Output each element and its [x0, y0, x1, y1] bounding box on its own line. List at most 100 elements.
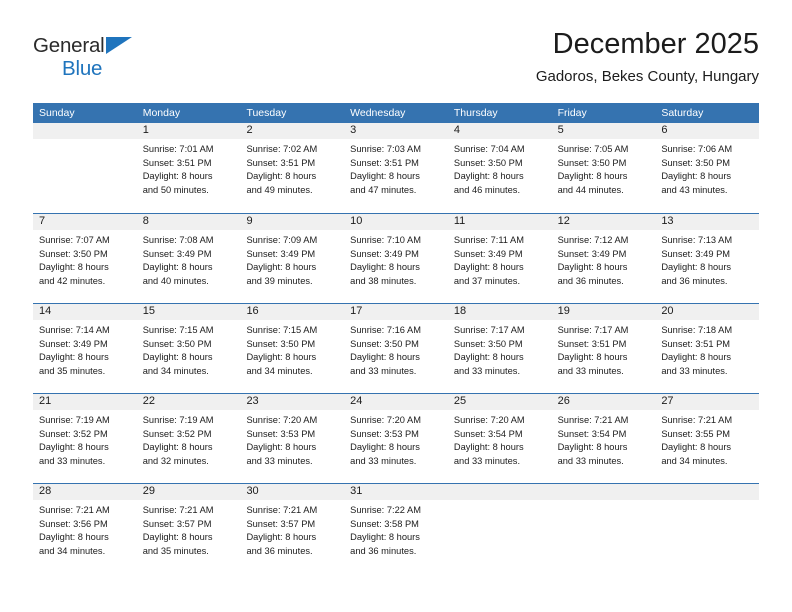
daylight-text-line1: Daylight: 8 hours — [246, 532, 317, 543]
sunrise-text: Sunrise: 7:20 AM — [350, 415, 421, 425]
day-details: Sunrise: 7:15 AM Sunset: 3:50 PM Daylight:… — [137, 320, 241, 378]
daylight-text-line2: and 34 minutes. — [142, 365, 209, 376]
day-number: 19 — [551, 304, 656, 320]
day-number: 6 — [655, 123, 760, 139]
day-number: 9 — [240, 214, 345, 230]
day-cell[interactable]: 6 Sunrise: 7:06 AM Sunset: 3:50 PM Daylight… — [655, 123, 760, 213]
sunset-text: Sunset: 3:55 PM — [661, 428, 731, 439]
day-cell[interactable]: 22 Sunrise: 7:19 AM Sunset: 3:52 PM Dayligh… — [136, 394, 241, 483]
day-details — [552, 500, 656, 504]
day-cell[interactable]: 20 Sunrise: 7:18 AM Sunset: 3:51 PM Dayligh… — [655, 304, 760, 393]
daylight-text-line1: Daylight: 8 hours — [142, 442, 213, 453]
sunset-text: Sunset: 3:57 PM — [142, 518, 212, 529]
day-cell[interactable]: 9 Sunrise: 7:09 AM Sunset: 3:49 PM Daylight… — [240, 214, 345, 303]
day-number: 31 — [344, 484, 448, 500]
daylight-text-line2: and 44 minutes. — [557, 184, 624, 195]
day-cell[interactable]: 3 Sunrise: 7:03 AM Sunset: 3:51 PM Daylight… — [344, 123, 448, 213]
day-cell[interactable]: 24 Sunrise: 7:20 AM Sunset: 3:53 PM Dayligh… — [344, 394, 448, 483]
day-cell[interactable]: 30 Sunrise: 7:21 AM Sunset: 3:57 PM Dayligh… — [240, 484, 345, 573]
daylight-text-line1: Daylight: 8 hours — [557, 262, 628, 273]
day-cell[interactable]: 19 Sunrise: 7:17 AM Sunset: 3:51 PM Dayligh… — [551, 304, 656, 393]
page-title: December 2025 — [552, 28, 759, 60]
day-cell[interactable]: 10 Sunrise: 7:10 AM Sunset: 3:49 PM Dayligh… — [344, 214, 448, 303]
daylight-text-line2: and 33 minutes. — [453, 365, 521, 376]
day-cell[interactable]: 2 Sunrise: 7:02 AM Sunset: 3:51 PM Daylight… — [240, 123, 345, 213]
sunset-text: Sunset: 3:49 PM — [142, 248, 212, 259]
day-cell-empty — [551, 484, 656, 573]
daylight-text-line1: Daylight: 8 hours — [246, 442, 317, 453]
day-cell[interactable]: 26 Sunrise: 7:21 AM Sunset: 3:54 PM Dayligh… — [551, 394, 656, 483]
day-number: 12 — [551, 214, 656, 230]
day-cell[interactable]: 23 Sunrise: 7:20 AM Sunset: 3:53 PM Dayligh… — [240, 394, 345, 483]
sunrise-text: Sunrise: 7:07 AM — [39, 235, 110, 245]
daylight-text-line2: and 36 minutes. — [557, 275, 624, 286]
day-cell[interactable]: 25 Sunrise: 7:20 AM Sunset: 3:54 PM Dayligh… — [447, 394, 552, 483]
weekday-header-row: Sunday Monday Tuesday Wednesday Thursday Frid… — [33, 103, 759, 123]
day-cell[interactable]: 16 Sunrise: 7:15 AM Sunset: 3:50 PM Dayligh… — [240, 304, 345, 393]
daylight-text-line1: Daylight: 8 hours — [142, 262, 213, 273]
day-details: Sunrise: 7:21 AM Sunset: 3:54 PM Daylight:… — [552, 410, 656, 468]
sunrise-text: Sunrise: 7:16 AM — [350, 325, 421, 335]
day-number: 25 — [447, 394, 552, 410]
sunrise-text: Sunrise: 7:12 AM — [557, 235, 629, 245]
day-details: Sunrise: 7:21 AM Sunset: 3:57 PM Daylight:… — [240, 500, 344, 558]
day-cell[interactable]: 4 Sunrise: 7:04 AM Sunset: 3:50 PM Daylight… — [447, 123, 552, 213]
sunrise-text: Sunrise: 7:15 AM — [142, 325, 214, 335]
day-cell[interactable]: 7 Sunrise: 7:07 AM Sunset: 3:50 PM Daylight… — [33, 214, 137, 303]
day-details: Sunrise: 7:09 AM Sunset: 3:49 PM Daylight:… — [240, 230, 344, 288]
calendar-page: General Blue December 2025 Gadoros, Beke… — [0, 0, 792, 612]
day-number: 7 — [33, 214, 137, 230]
day-cell[interactable]: 18 Sunrise: 7:17 AM Sunset: 3:50 PM Dayligh… — [447, 304, 552, 393]
day-number: 16 — [240, 304, 345, 320]
day-number: 17 — [344, 304, 448, 320]
day-cell[interactable]: 13 Sunrise: 7:13 AM Sunset: 3:49 PM Dayligh… — [655, 214, 760, 303]
daylight-text-line2: and 43 minutes. — [661, 184, 728, 195]
day-cell[interactable]: 15 Sunrise: 7:15 AM Sunset: 3:50 PM Dayligh… — [136, 304, 241, 393]
day-cell[interactable]: 8 Sunrise: 7:08 AM Sunset: 3:49 PM Daylight… — [136, 214, 241, 303]
day-cell[interactable]: 29 Sunrise: 7:21 AM Sunset: 3:57 PM Dayligh… — [136, 484, 241, 573]
day-cell[interactable]: 17 Sunrise: 7:16 AM Sunset: 3:50 PM Dayligh… — [344, 304, 448, 393]
sunset-text: Sunset: 3:49 PM — [453, 248, 523, 259]
daylight-text-line1: Daylight: 8 hours — [246, 262, 317, 273]
daylight-text-line1: Daylight: 8 hours — [39, 262, 109, 273]
daylight-text-line1: Daylight: 8 hours — [557, 352, 628, 363]
day-details: Sunrise: 7:18 AM Sunset: 3:51 PM Daylight:… — [655, 320, 759, 378]
day-number: 4 — [447, 123, 552, 139]
day-cell[interactable]: 5 Sunrise: 7:05 AM Sunset: 3:50 PM Daylight… — [551, 123, 656, 213]
daylight-text-line2: and 33 minutes. — [557, 455, 624, 466]
day-details: Sunrise: 7:11 AM Sunset: 3:49 PM Daylight:… — [448, 230, 552, 288]
daylight-text-line1: Daylight: 8 hours — [661, 442, 732, 453]
day-details: Sunrise: 7:01 AM Sunset: 3:51 PM Daylight:… — [137, 139, 241, 197]
calendar-grid: Sunday Monday Tuesday Wednesday Thursday Frid… — [33, 103, 760, 573]
day-cell[interactable]: 12 Sunrise: 7:12 AM Sunset: 3:49 PM Dayligh… — [551, 214, 656, 303]
day-number: 1 — [136, 123, 241, 139]
sunset-text: Sunset: 3:57 PM — [246, 518, 316, 529]
day-details — [33, 139, 137, 143]
calendar-week-row: 21 Sunrise: 7:19 AM Sunset: 3:52 PM Dayligh… — [33, 393, 760, 483]
sunrise-text: Sunrise: 7:02 AM — [246, 144, 318, 154]
daylight-text-line1: Daylight: 8 hours — [350, 532, 420, 543]
daylight-text-line1: Daylight: 8 hours — [142, 352, 213, 363]
calendar-weeks: 1 Sunrise: 7:01 AM Sunset: 3:51 PM Daylight… — [33, 123, 760, 573]
daylight-text-line1: Daylight: 8 hours — [142, 171, 213, 182]
sunrise-text: Sunrise: 7:15 AM — [246, 325, 318, 335]
sunset-text: Sunset: 3:54 PM — [557, 428, 627, 439]
day-number: 22 — [136, 394, 241, 410]
calendar-week-row: 14 Sunrise: 7:14 AM Sunset: 3:49 PM Dayligh… — [33, 303, 760, 393]
day-cell[interactable]: 28 Sunrise: 7:21 AM Sunset: 3:56 PM Dayligh… — [33, 484, 137, 573]
day-details: Sunrise: 7:07 AM Sunset: 3:50 PM Daylight:… — [33, 230, 137, 288]
day-details: Sunrise: 7:20 AM Sunset: 3:54 PM Daylight:… — [448, 410, 552, 468]
day-cell[interactable]: 14 Sunrise: 7:14 AM Sunset: 3:49 PM Dayligh… — [33, 304, 137, 393]
day-cell[interactable]: 31 Sunrise: 7:22 AM Sunset: 3:58 PM Dayligh… — [344, 484, 448, 573]
daylight-text-line1: Daylight: 8 hours — [350, 171, 420, 182]
logo-triangle-icon — [106, 37, 132, 54]
daylight-text-line1: Daylight: 8 hours — [246, 352, 317, 363]
sunset-text: Sunset: 3:50 PM — [453, 338, 523, 349]
day-cell[interactable]: 11 Sunrise: 7:11 AM Sunset: 3:49 PM Dayligh… — [447, 214, 552, 303]
day-cell[interactable]: 21 Sunrise: 7:19 AM Sunset: 3:52 PM Dayligh… — [33, 394, 137, 483]
weekday-header-friday: Friday — [557, 107, 587, 119]
day-cell[interactable]: 1 Sunrise: 7:01 AM Sunset: 3:51 PM Daylight… — [136, 123, 241, 213]
sunset-text: Sunset: 3:49 PM — [39, 338, 108, 349]
sunrise-text: Sunrise: 7:20 AM — [246, 415, 318, 425]
day-cell[interactable]: 27 Sunrise: 7:21 AM Sunset: 3:55 PM Dayligh… — [655, 394, 760, 483]
